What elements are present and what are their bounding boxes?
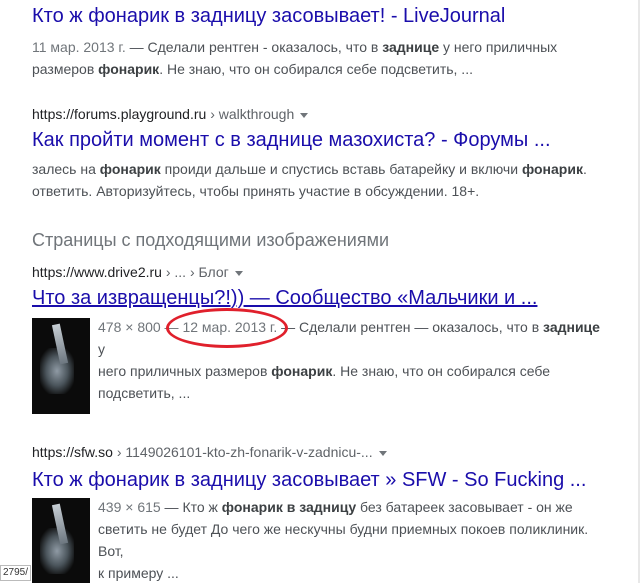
result-title-link[interactable]: Кто ж фонарик в задницу засовывает! - Li… [32,4,632,28]
result-title-link[interactable]: Кто ж фонарик в задницу засовывает » SFW… [32,468,632,492]
snippet-text: без батареек засовывает - он же [356,499,573,515]
snippet-bold: фонарик [99,161,161,177]
url-domain: https://sfw.so [32,444,113,460]
result-date: 11 мар. 2013 г. [32,39,126,55]
page-counter-tag: 2795/ [0,565,32,581]
snippet-line: 478 × 800 — 12 мар. 2013 г. — Сделали ре… [98,316,608,360]
section-heading: Страницы с подходящими изображениями [32,230,390,250]
snippet-line: размеров фонарик. Не знаю, что он собира… [32,58,632,80]
image-size: 439 × 615 [98,499,161,515]
snippet-line: подсветить, ... [98,382,608,404]
result-snippet: 439 × 615 — Кто ж фонарик в задницу без … [98,496,608,584]
image-size: 478 × 800 [98,319,161,335]
snippet-text: — [160,319,183,335]
snippet-text: . [582,161,587,177]
snippet-text: размеров [32,61,99,77]
result-url[interactable]: https://www.drive2.ru › ... › Блог [32,262,632,282]
result-thumbnail-image[interactable] [32,498,90,583]
result-date: 12 мар. 2013 г. [182,319,278,335]
snippet-text: него приличных размеров [98,363,272,379]
snippet-line: 11 мар. 2013 г. — Сделали рентген - оказ… [32,36,632,58]
result-url[interactable]: https://forums.playground.ru › walkthrou… [32,104,632,124]
search-result-2: https://forums.playground.ru › walkthrou… [32,104,632,202]
xray-shape [40,348,74,394]
image-result-2: https://sfw.so › 1149026101-kto-zh-fonar… [32,442,632,492]
snippet-text: ответить. Авторизуйтесь, чтобы принять у… [32,183,480,199]
snippet-text: светить не будет До чего же нескучны буд… [98,521,589,559]
xray-shape [40,528,74,574]
result-snippet: 478 × 800 — 12 мар. 2013 г. — Сделали ре… [98,316,608,404]
snippet-text: . Не знаю, что он собирался себе подсвет… [159,61,473,77]
snippet-bold: заднице [543,319,600,335]
snippet-bold: фонарик [521,161,583,177]
url-breadcrumb: › ... › Блог [161,264,229,280]
url-breadcrumb: › walkthrough [206,106,295,122]
snippet-text: — Сделали рентген - оказалось, что в [125,39,383,55]
result-url[interactable]: https://sfw.so › 1149026101-kto-zh-fonar… [32,442,632,462]
snippet-line: ответить. Авторизуйтесь, чтобы принять у… [32,180,632,202]
snippet-text: — Сделали рентген — оказалось, что в [277,319,544,335]
snippet-text: у него приличных [439,39,558,55]
snippet-text: — Кто ж [160,499,222,515]
result-snippet: залесь на фонарик проиди дальше и спусти… [32,158,632,202]
chevron-down-icon[interactable] [234,270,243,276]
result-snippet: 11 мар. 2013 г. — Сделали рентген - оказ… [32,36,632,80]
image-result-1: https://www.drive2.ru › ... › Блог Что з… [32,262,632,310]
snippet-text: залесь на [32,161,100,177]
url-domain: https://www.drive2.ru [32,264,162,280]
chevron-down-icon[interactable] [300,112,309,118]
snippet-bold: фонарик в задницу [221,499,357,515]
url-breadcrumb: › 1149026101-kto-zh-fonarik-v-zadnicu-..… [112,444,373,460]
snippet-line: залесь на фонарик проиди дальше и спусти… [32,158,632,180]
snippet-text: у [98,341,105,357]
search-result-1: Кто ж фонарик в задницу засовывает! - Li… [32,4,632,80]
snippet-bold: заднице [382,39,440,55]
result-title-link[interactable]: Как пройти момент с в заднице мазохиста?… [32,128,632,152]
url-domain: https://forums.playground.ru [32,106,207,122]
snippet-text: подсветить, ... [98,385,191,401]
chevron-down-icon[interactable] [378,450,387,456]
snippet-text: . Не знаю, что он собирался себе [332,363,551,379]
result-thumbnail-image[interactable] [32,318,90,414]
snippet-line: к примеру ... [98,562,608,584]
snippet-line: светить не будет До чего же нескучны буд… [98,518,608,562]
snippet-text: проиди дальше и спустись вставь батарейк… [160,161,522,177]
snippet-text: к примеру ... [98,565,179,581]
snippet-line: него приличных размеров фонарик. Не знаю… [98,360,608,382]
snippet-line: 439 × 615 — Кто ж фонарик в задницу без … [98,496,608,518]
result-title-link[interactable]: Что за извращенцы?!)) — Сообщество «Маль… [32,286,632,310]
snippet-bold: фонарик [98,61,160,77]
snippet-bold: фонарик [271,363,333,379]
